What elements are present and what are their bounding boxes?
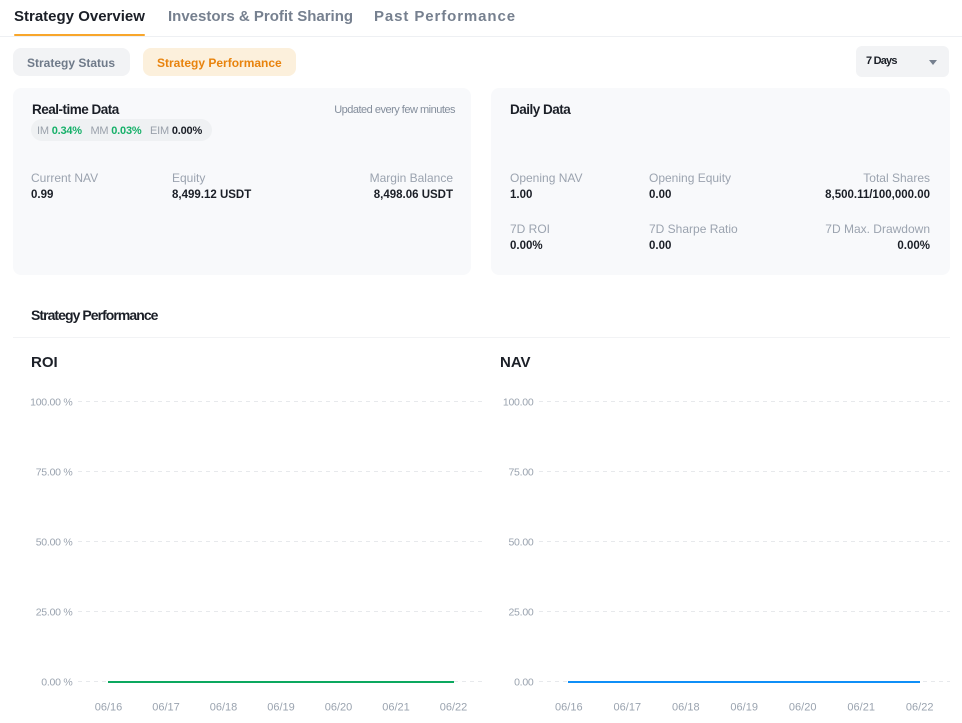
svg-text:75.00 %: 75.00 % [36, 467, 73, 479]
svg-text:06/17: 06/17 [614, 702, 642, 714]
svg-text:25.00 %: 25.00 % [36, 607, 73, 619]
svg-text:0.00: 0.00 [514, 677, 534, 689]
svg-text:06/19: 06/19 [730, 702, 758, 714]
svg-text:06/16: 06/16 [555, 702, 583, 714]
svg-text:06/21: 06/21 [382, 702, 410, 714]
svg-text:06/18: 06/18 [210, 702, 238, 714]
svg-text:06/20: 06/20 [789, 702, 817, 714]
svg-text:06/22: 06/22 [906, 702, 934, 714]
svg-text:06/18: 06/18 [672, 702, 700, 714]
svg-text:0.00 %: 0.00 % [41, 677, 72, 689]
svg-text:50.00 %: 50.00 % [36, 537, 73, 549]
svg-text:06/20: 06/20 [325, 702, 353, 714]
svg-text:06/17: 06/17 [152, 702, 180, 714]
svg-text:06/19: 06/19 [267, 702, 295, 714]
svg-text:100.00: 100.00 [503, 397, 534, 409]
svg-text:25.00: 25.00 [508, 607, 533, 619]
svg-text:06/21: 06/21 [847, 702, 875, 714]
svg-text:06/16: 06/16 [95, 702, 123, 714]
svg-text:75.00: 75.00 [508, 467, 533, 479]
svg-text:50.00: 50.00 [508, 537, 533, 549]
svg-text:100.00 %: 100.00 % [30, 397, 72, 409]
svg-text:06/22: 06/22 [440, 702, 468, 714]
